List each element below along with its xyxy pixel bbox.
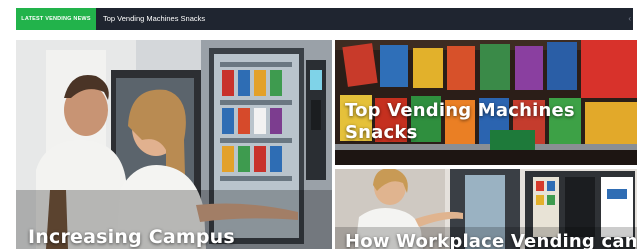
post-title-snacks[interactable]: Top Vending Machines Snacks — [345, 100, 625, 144]
featured-post-card[interactable]: Increasing Campus — [16, 40, 332, 249]
post-card-workplace[interactable]: How Workplace Vending can — [335, 169, 637, 249]
ticker-headline-link[interactable]: Top Vending Machines Snacks — [103, 8, 205, 30]
news-ticker: LATEST VENDING NEWS Top Vending Machines… — [16, 8, 633, 30]
chevron-left-icon[interactable]: ‹ — [628, 8, 631, 30]
post-card-snacks[interactable]: Top Vending Machines Snacks — [335, 40, 637, 165]
featured-post-title[interactable]: Increasing Campus — [28, 226, 328, 248]
campus-vending-photo — [16, 40, 332, 249]
post-title-workplace[interactable]: How Workplace Vending can — [345, 231, 637, 249]
latest-news-label: LATEST VENDING NEWS — [16, 8, 96, 30]
